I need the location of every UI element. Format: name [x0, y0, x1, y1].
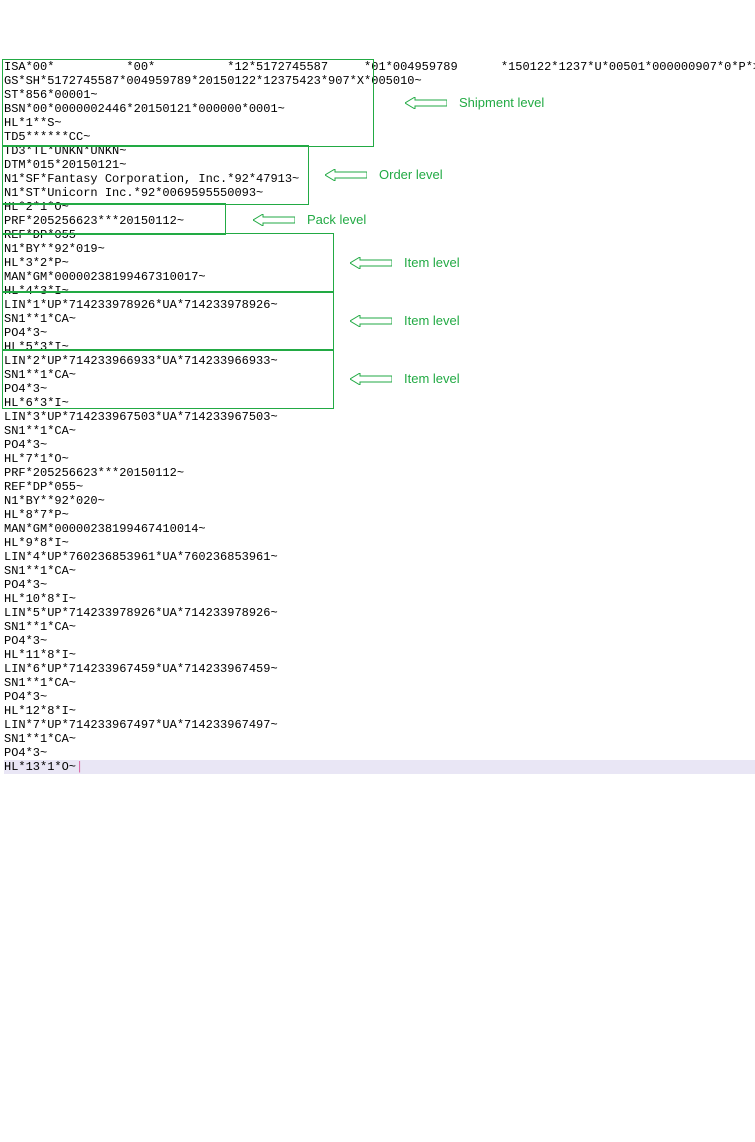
edi-line: SN1**1*CA~: [4, 620, 755, 634]
edi-line: HL*10*8*I~: [4, 592, 755, 606]
edi-line: PRF*205256623***20150112~: [4, 214, 755, 228]
edi-line: PO4*3~: [4, 746, 755, 760]
edi-line: MAN*GM*00000238199467310017~: [4, 270, 755, 284]
edi-line: PO4*3~: [4, 326, 755, 340]
edi-line: DTM*015*20150121~: [4, 158, 755, 172]
edi-line: N1*ST*Unicorn Inc.*92*0069595550093~: [4, 186, 755, 200]
edi-line: N1*BY**92*020~: [4, 494, 755, 508]
edi-line: HL*11*8*I~: [4, 648, 755, 662]
edi-line: PO4*3~: [4, 382, 755, 396]
edi-line: LIN*1*UP*714233978926*UA*714233978926~: [4, 298, 755, 312]
edi-line: HL*1**S~: [4, 116, 755, 130]
edi-line: PO4*3~: [4, 690, 755, 704]
edi-line: ST*856*00001~: [4, 88, 755, 102]
edi-line: TD5******CC~: [4, 130, 755, 144]
edi-line: PO4*3~: [4, 438, 755, 452]
edi-line: HL*8*7*P~: [4, 508, 755, 522]
edi-line: HL*7*1*O~: [4, 452, 755, 466]
edi-line: HL*2*1*O~: [4, 200, 755, 214]
edi-line: HL*4*3*I~: [4, 284, 755, 298]
edi-line: LIN*3*UP*714233967503*UA*714233967503~: [4, 410, 755, 424]
edi-line: HL*3*2*P~: [4, 256, 755, 270]
edi-line: PO4*3~: [4, 634, 755, 648]
edi-line: BSN*00*0000002446*20150121*000000*0001~: [4, 102, 755, 116]
edi-line: LIN*7*UP*714233967497*UA*714233967497~: [4, 718, 755, 732]
edi-line: PRF*205256623***20150112~: [4, 466, 755, 480]
edi-line: ISA*00* *00* *12*5172745587 *01*00495978…: [4, 60, 755, 74]
edi-line-current: HL*13*1*O~|: [4, 760, 755, 774]
cursor: |: [76, 760, 83, 774]
edi-line: LIN*5*UP*714233978926*UA*714233978926~: [4, 606, 755, 620]
edi-line: REF*DP*055~: [4, 228, 755, 242]
edi-line: SN1**1*CA~: [4, 312, 755, 326]
edi-line: N1*BY**92*019~: [4, 242, 755, 256]
edi-line: SN1**1*CA~: [4, 424, 755, 438]
edi-line: LIN*4*UP*760236853961*UA*760236853961~: [4, 550, 755, 564]
edi-line: TD3*TL*UNKN*UNKN~: [4, 144, 755, 158]
edi-line: HL*9*8*I~: [4, 536, 755, 550]
edi-line: SN1**1*CA~: [4, 732, 755, 746]
edi-line: HL*12*8*I~: [4, 704, 755, 718]
edi-line: N1*SF*Fantasy Corporation, Inc.*92*47913…: [4, 172, 755, 186]
edi-line: SN1**1*CA~: [4, 564, 755, 578]
edi-line: PO4*3~: [4, 578, 755, 592]
edi-line: REF*DP*055~: [4, 480, 755, 494]
edi-line: MAN*GM*00000238199467410014~: [4, 522, 755, 536]
edi-line: HL*5*3*I~: [4, 340, 755, 354]
edi-line: SN1**1*CA~: [4, 676, 755, 690]
edi-line: SN1**1*CA~: [4, 368, 755, 382]
edi-line: LIN*2*UP*714233966933*UA*714233966933~: [4, 354, 755, 368]
edi-line: GS*SH*5172745587*004959789*20150122*1237…: [4, 74, 755, 88]
edi-content: ISA*00* *00* *12*5172745587 *01*00495978…: [4, 60, 755, 774]
edi-line: HL*6*3*I~: [4, 396, 755, 410]
edi-line: LIN*6*UP*714233967459*UA*714233967459~: [4, 662, 755, 676]
